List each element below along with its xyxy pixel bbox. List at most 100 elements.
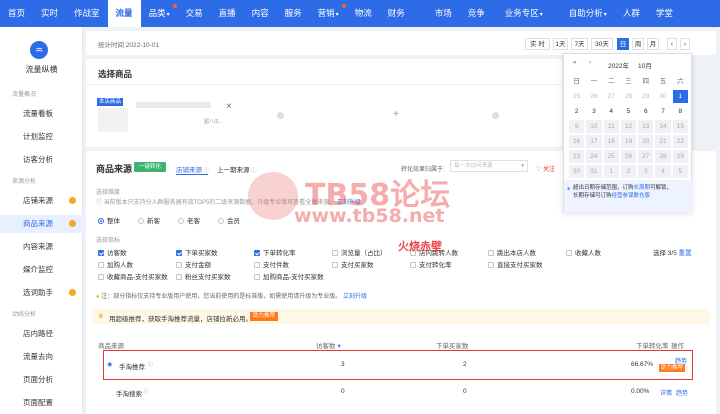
- table-header-cell[interactable]: 下单转化率: [636, 340, 669, 350]
- metric-checkbox[interactable]: 加购商品-支付买家数: [254, 271, 324, 281]
- calendar-day[interactable]: 4: [604, 105, 619, 118]
- nav-item[interactable]: 作战室: [66, 0, 108, 27]
- calendar-year[interactable]: 2022年: [608, 60, 629, 70]
- sidebar-item[interactable]: 页面分析: [0, 371, 83, 389]
- nav-item[interactable]: 营销▾: [310, 0, 347, 27]
- sidebar-item[interactable]: 页面配置: [0, 394, 83, 412]
- upgrade-link[interactable]: 立刻升级: [343, 294, 367, 300]
- metric-checkbox[interactable]: 浏览量（占比）: [332, 247, 387, 257]
- metric-checkbox[interactable]: 访客数: [98, 247, 127, 257]
- nav-item[interactable]: 服务: [277, 0, 310, 27]
- metric-checkbox[interactable]: 收藏人数: [566, 247, 601, 257]
- follow-button[interactable]: ♡ 关注: [536, 164, 555, 173]
- nav-item[interactable]: 流量: [107, 0, 141, 27]
- row-selected-icon[interactable]: ◉: [107, 361, 112, 368]
- nav-item[interactable]: 市场: [427, 0, 460, 27]
- calendar-day[interactable]: 5: [621, 105, 636, 118]
- metric-checkbox[interactable]: 支付金额: [176, 259, 211, 269]
- calendar-day[interactable]: 30: [655, 90, 670, 103]
- segment-radio[interactable]: 新客: [138, 218, 160, 225]
- row-action-link[interactable]: 趋势: [676, 388, 688, 397]
- calendar-day[interactable]: 3: [586, 105, 601, 118]
- time-tab[interactable]: 日: [617, 38, 629, 50]
- nav-item[interactable]: 品类▾: [141, 0, 178, 27]
- nav-item[interactable]: 财务: [380, 0, 413, 27]
- tab-store-source[interactable]: 店铺来源 ⓘ: [176, 164, 209, 174]
- metric-checkbox[interactable]: 支付件数: [254, 259, 289, 269]
- empty-slot-icon[interactable]: [492, 112, 499, 119]
- nav-item[interactable]: 交易: [178, 0, 211, 27]
- nav-item[interactable]: 直播: [211, 0, 244, 27]
- metric-checkbox[interactable]: 粉丝支付买家数: [176, 271, 231, 281]
- sidebar-item[interactable]: 店铺来源: [0, 192, 83, 210]
- sidebar-item[interactable]: 店内路径: [0, 325, 83, 343]
- metric-checkbox[interactable]: 直接支付买家数: [488, 259, 543, 269]
- nav-item[interactable]: 内容: [244, 0, 277, 27]
- checkbox-icon: [332, 262, 338, 269]
- segment-radio[interactable]: 老客: [178, 218, 200, 225]
- calendar-day[interactable]: 8: [673, 105, 688, 118]
- calendar-day[interactable]: 2: [569, 105, 584, 118]
- remove-product-icon[interactable]: ×: [226, 101, 232, 112]
- row-action-link[interactable]: 详情: [660, 388, 672, 397]
- metric-checkbox[interactable]: 支付转化率: [410, 259, 452, 269]
- nav-item[interactable]: 竞争: [460, 0, 493, 27]
- long-cycle-link[interactable]: 长周期: [634, 185, 651, 191]
- time-tab[interactable]: 月: [647, 38, 659, 50]
- calendar-day[interactable]: 28: [621, 90, 636, 103]
- nav-item[interactable]: 自助分析▾: [561, 0, 615, 27]
- sidebar-item[interactable]: 流量看板: [0, 105, 83, 123]
- calendar-day[interactable]: 6: [638, 105, 653, 118]
- sidebar-item[interactable]: 访客分析: [0, 151, 83, 169]
- nav-item[interactable]: 人群: [615, 0, 648, 27]
- metric-checkbox[interactable]: 跳出本店人数: [488, 247, 536, 257]
- nav-item[interactable]: 学堂: [648, 0, 681, 27]
- metric-checkbox[interactable]: 支付买家数: [332, 259, 374, 269]
- sidebar-item[interactable]: 选词助手: [0, 284, 83, 302]
- nav-item[interactable]: 物流: [347, 0, 380, 27]
- warehouse-link[interactable]: 经营参谋数仓版: [612, 193, 651, 199]
- metric-checkbox[interactable]: 加购人数: [98, 259, 133, 269]
- calendar-day[interactable]: 29: [638, 90, 653, 103]
- time-tab[interactable]: 1天: [553, 38, 568, 50]
- segment-radio[interactable]: 会员: [218, 218, 240, 225]
- sidebar-item[interactable]: 流量去向: [0, 348, 83, 366]
- prev-month-icon[interactable]: ‹: [589, 59, 591, 66]
- sidebar-item[interactable]: 商品来源: [0, 215, 83, 233]
- segment-radio[interactable]: 整体: [98, 218, 120, 225]
- metric-checkbox[interactable]: 下单转化率: [254, 247, 296, 257]
- sidebar-item[interactable]: 媒介监控: [0, 261, 83, 279]
- metric-checkbox[interactable]: 收藏商品-支付买家数: [98, 271, 168, 281]
- table-header-cell[interactable]: 访客数 ▾: [316, 340, 341, 350]
- prev-period-icon[interactable]: ‹: [667, 38, 677, 50]
- metric-checkbox[interactable]: 下单买家数: [176, 247, 218, 257]
- tab-last-period-source[interactable]: 上一期来源 ⓘ: [217, 164, 256, 174]
- time-tab[interactable]: 实 时: [525, 38, 550, 50]
- calendar-day[interactable]: 26: [586, 90, 601, 103]
- attr-select[interactable]: 每一次访问来源 ▾: [450, 160, 528, 172]
- calendar-day[interactable]: 25: [569, 90, 584, 103]
- promo-button[interactable]: 助力推荐: [250, 312, 279, 321]
- product-thumbnail[interactable]: [98, 108, 128, 132]
- nav-item[interactable]: 首页: [0, 0, 33, 27]
- nav-item[interactable]: 业务专区▾: [497, 0, 551, 27]
- empty-slot-icon[interactable]: [277, 112, 284, 119]
- sidebar-item[interactable]: 内容来源: [0, 238, 83, 256]
- nav-item[interactable]: 实时: [33, 0, 66, 27]
- table-header-cell[interactable]: 下单买家数: [436, 340, 469, 350]
- row-action-link[interactable]: 助力推荐: [659, 364, 686, 372]
- one-click-convert-button[interactable]: 一键转化: [134, 162, 167, 172]
- sort-down-icon[interactable]: ▾: [338, 343, 341, 350]
- sidebar-item[interactable]: 计划监控: [0, 128, 83, 146]
- time-tab[interactable]: 周: [632, 38, 644, 50]
- time-tab[interactable]: 7天: [571, 38, 588, 50]
- time-tab[interactable]: 30天: [591, 38, 613, 50]
- calendar-day[interactable]: 7: [655, 105, 670, 118]
- add-product-icon[interactable]: +: [393, 109, 399, 120]
- calendar-day[interactable]: 27: [604, 90, 619, 103]
- calendar-day[interactable]: 1: [672, 90, 688, 103]
- reset-link[interactable]: 重置: [679, 250, 692, 257]
- prev-year-icon[interactable]: «: [573, 59, 577, 66]
- next-period-icon[interactable]: ›: [680, 38, 690, 50]
- calendar-month[interactable]: 10月: [638, 60, 652, 70]
